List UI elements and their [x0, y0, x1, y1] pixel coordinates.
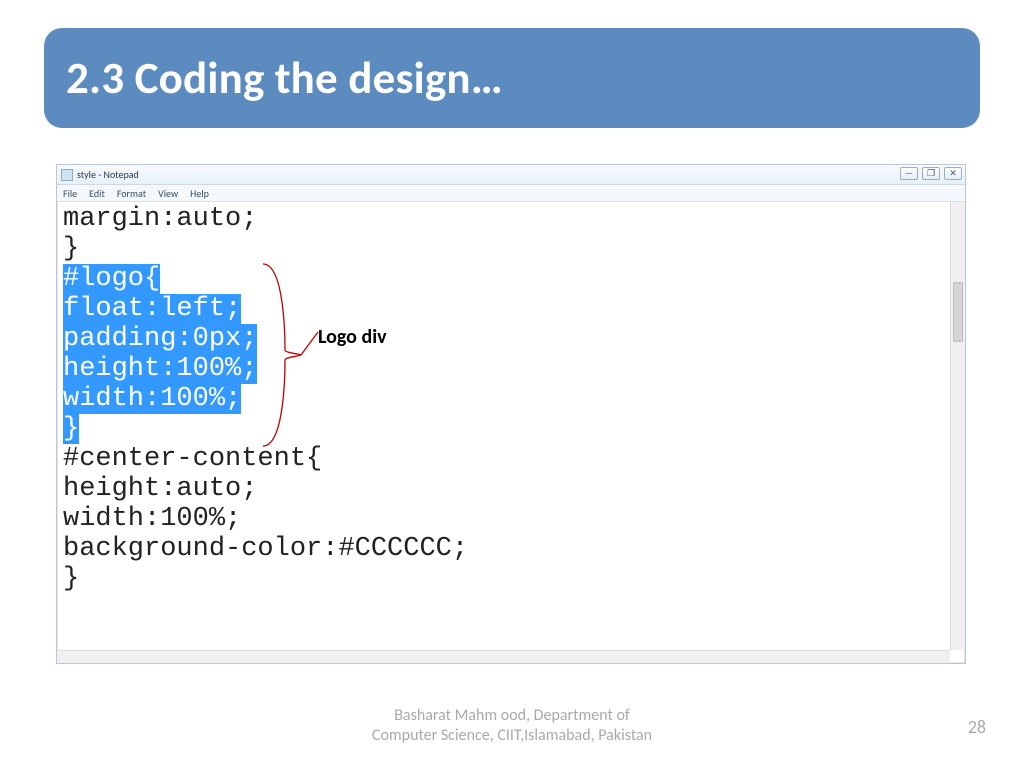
notepad-body[interactable]: margin:auto; } #logo{ float:left; paddin… [57, 202, 965, 652]
notepad-app-icon [61, 169, 73, 181]
page-number: 28 [968, 716, 986, 738]
notepad-titlebar: style - Notepad — ❐ ✕ [57, 165, 965, 185]
code-line: background-color:#CCCCCC; [63, 534, 468, 564]
code-line-selected: padding:0px; [63, 324, 257, 354]
footer-line: Computer Science, CIIT,Islamabad, Pakist… [0, 726, 1024, 746]
code-line: height:auto; [63, 474, 257, 504]
code-line-selected: } [63, 414, 79, 444]
code-line: } [63, 234, 79, 264]
menu-help[interactable]: Help [190, 187, 209, 200]
code-line: width:100%; [63, 504, 241, 534]
minimize-button[interactable]: — [900, 167, 918, 180]
slide-title: 2.3 Coding the design… [66, 51, 503, 106]
code-line: #center-content{ [63, 444, 322, 474]
notepad-menubar: File Edit Format View Help [57, 185, 965, 202]
notepad-window-title: style - Notepad [77, 168, 139, 181]
scrollbar-horizontal[interactable] [57, 650, 950, 663]
window-buttons: — ❐ ✕ [900, 167, 962, 180]
close-button[interactable]: ✕ [944, 167, 962, 180]
menu-edit[interactable]: Edit [89, 187, 105, 200]
menu-view[interactable]: View [158, 187, 178, 200]
maximize-button[interactable]: ❐ [922, 167, 940, 180]
code-line-selected: width:100%; [63, 384, 241, 414]
slide-title-bar: 2.3 Coding the design… [44, 28, 980, 128]
footer-line: Basharat Mahm ood, Department of [0, 706, 1024, 726]
scrollbar-vertical[interactable] [950, 202, 965, 650]
code-line: margin:auto; [63, 204, 257, 234]
code-line-selected: #logo{ [63, 264, 160, 294]
footer-credit: Basharat Mahm ood, Department of Compute… [0, 706, 1024, 746]
menu-file[interactable]: File [63, 187, 77, 200]
code-line-selected: float:left; [63, 294, 241, 324]
menu-format[interactable]: Format [117, 187, 146, 200]
code-line-selected: height:100%; [63, 354, 257, 384]
notepad-window: style - Notepad — ❐ ✕ File Edit Format V… [56, 164, 966, 664]
slide: 2.3 Coding the design… style - Notepad —… [0, 0, 1024, 768]
callout-label: Logo div [318, 325, 387, 349]
scrollbar-thumb[interactable] [953, 282, 963, 342]
code-line: } [63, 564, 79, 594]
